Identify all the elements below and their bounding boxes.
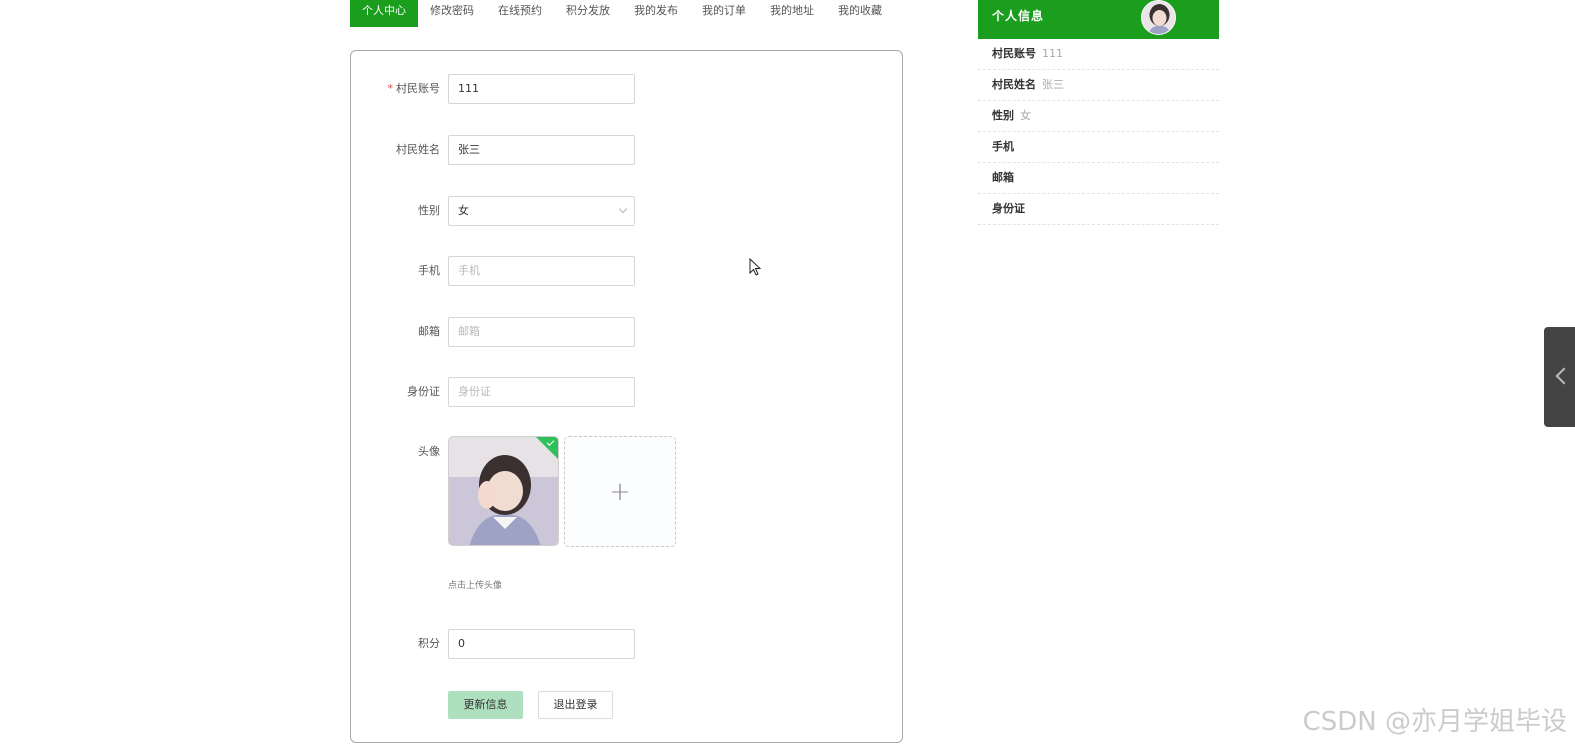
tab-online-booking[interactable]: 在线预约 bbox=[486, 0, 554, 27]
gender-label: 性别 bbox=[418, 204, 440, 217]
logout-button[interactable]: 退出登录 bbox=[538, 691, 613, 719]
avatar-label: 头像 bbox=[418, 445, 440, 458]
tab-my-favorites[interactable]: 我的收藏 bbox=[826, 0, 894, 27]
account-label: * 村民账号 bbox=[388, 74, 441, 104]
phone-input[interactable]: 手机 bbox=[448, 256, 635, 286]
info-key: 手机 bbox=[992, 140, 1014, 153]
avatar bbox=[1141, 0, 1176, 35]
points-row: 积分 0 bbox=[351, 629, 902, 659]
account-row: * 村民账号 111 bbox=[351, 74, 902, 104]
avatar-image[interactable] bbox=[448, 436, 559, 546]
name-label: 村民姓名 bbox=[396, 143, 440, 156]
info-value: 女 bbox=[1020, 109, 1031, 122]
info-key: 村民账号 bbox=[992, 47, 1036, 60]
info-row-gender: 性别女 bbox=[978, 101, 1219, 132]
phone-row: 手机 手机 bbox=[351, 256, 902, 286]
points-input[interactable]: 0 bbox=[448, 629, 635, 659]
info-key: 身份证 bbox=[992, 202, 1025, 215]
name-row: 村民姓名 张三 bbox=[351, 135, 902, 165]
info-value: 张三 bbox=[1042, 78, 1064, 91]
idcard-input[interactable]: 身份证 bbox=[448, 377, 635, 407]
tab-my-address[interactable]: 我的地址 bbox=[758, 0, 826, 27]
info-key: 村民姓名 bbox=[992, 78, 1036, 91]
chevron-left-icon bbox=[1555, 367, 1573, 385]
email-row: 邮箱 邮箱 bbox=[351, 317, 902, 347]
info-row-email: 邮箱 bbox=[978, 163, 1219, 194]
personal-info-card: 个人信息 村民账号 111 村民姓名 张三 性别女 手机 邮箱 身份证 bbox=[978, 0, 1219, 225]
chevron-down-icon bbox=[618, 204, 628, 214]
email-input[interactable]: 邮箱 bbox=[448, 317, 635, 347]
update-info-button[interactable]: 更新信息 bbox=[448, 691, 523, 719]
points-label: 积分 bbox=[418, 637, 440, 650]
avatar-photo bbox=[449, 437, 558, 545]
idcard-row: 身份证 身份证 bbox=[351, 377, 902, 407]
info-value: 111 bbox=[1042, 47, 1063, 60]
account-input[interactable]: 111 bbox=[448, 74, 635, 104]
watermark: CSDN @亦月学姐毕设 bbox=[1302, 707, 1567, 737]
gender-select[interactable]: 女 bbox=[448, 196, 635, 226]
profile-form-panel: * 村民账号 111 村民姓名 张三 性别 女 手机 手机 邮箱 邮箱 身份证 身… bbox=[350, 50, 903, 743]
avatar-upload-hint: 点击上传头像 bbox=[448, 581, 503, 591]
info-row-idcard: 身份证 bbox=[978, 194, 1219, 225]
avatar-upload-button[interactable]: + bbox=[564, 436, 676, 547]
info-key: 性别 bbox=[992, 109, 1014, 122]
info-title: 个人信息 bbox=[992, 9, 1045, 23]
info-row-account: 村民账号 111 bbox=[978, 39, 1219, 70]
gender-row: 性别 女 bbox=[351, 196, 902, 226]
tab-my-posts[interactable]: 我的发布 bbox=[622, 0, 690, 27]
top-tabs: 个人中心 修改密码 在线预约 积分发放 我的发布 我的订单 我的地址 我的收藏 bbox=[350, 0, 894, 27]
tab-change-password[interactable]: 修改密码 bbox=[418, 0, 486, 27]
info-key: 邮箱 bbox=[992, 171, 1014, 184]
idcard-label: 身份证 bbox=[407, 385, 440, 398]
mouse-cursor-icon bbox=[749, 258, 762, 276]
name-input[interactable]: 张三 bbox=[448, 135, 635, 165]
avatar-thumbnail bbox=[1142, 1, 1175, 34]
info-header: 个人信息 bbox=[978, 0, 1219, 39]
email-label: 邮箱 bbox=[418, 325, 440, 338]
tab-my-orders[interactable]: 我的订单 bbox=[690, 0, 758, 27]
info-row-phone: 手机 bbox=[978, 132, 1219, 163]
info-row-name: 村民姓名 张三 bbox=[978, 70, 1219, 101]
plus-icon: + bbox=[609, 476, 631, 507]
tab-personal-center[interactable]: 个人中心 bbox=[350, 0, 418, 27]
required-mark: * bbox=[387, 82, 394, 95]
account-label-text: 村民账号 bbox=[396, 82, 440, 95]
gender-select-value: 女 bbox=[458, 204, 469, 217]
tab-points-issue[interactable]: 积分发放 bbox=[554, 0, 622, 27]
side-collapse-tab[interactable] bbox=[1544, 327, 1575, 427]
phone-label: 手机 bbox=[418, 264, 440, 277]
